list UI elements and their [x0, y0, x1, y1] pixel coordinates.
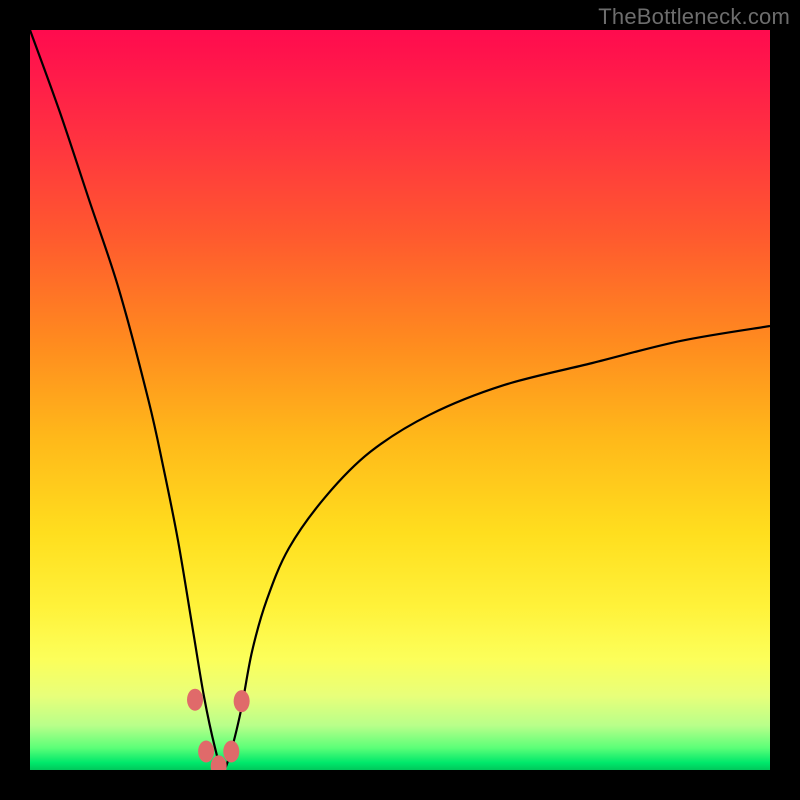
outer-frame: TheBottleneck.com	[0, 0, 800, 800]
min-point	[187, 689, 203, 711]
min-point	[198, 741, 214, 763]
plot-area	[30, 30, 770, 770]
min-point	[234, 690, 250, 712]
watermark-text: TheBottleneck.com	[598, 4, 790, 30]
chart-svg	[30, 30, 770, 770]
min-point	[211, 755, 227, 770]
min-point	[223, 741, 239, 763]
bottleneck-curve	[30, 30, 770, 770]
min-points-cluster	[187, 689, 250, 770]
